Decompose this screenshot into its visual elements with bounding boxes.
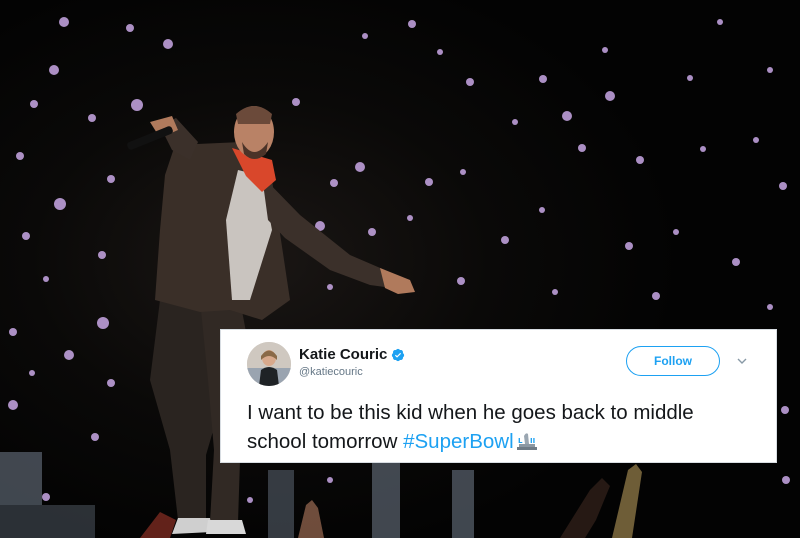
- chevron-down-icon[interactable]: [736, 355, 748, 367]
- author-handle[interactable]: @katiecouric: [299, 365, 405, 379]
- avatar[interactable]: [247, 342, 291, 386]
- trophy-icon: L II: [516, 433, 537, 450]
- embedded-tweet-card[interactable]: Katie Couric @katiecouric Follow I want …: [220, 329, 777, 463]
- performer: [127, 106, 415, 534]
- tweet-author: Katie Couric @katiecouric: [299, 346, 405, 379]
- verified-badge-icon: [392, 348, 405, 362]
- author-name[interactable]: Katie Couric: [299, 346, 387, 364]
- svg-text:L: L: [518, 437, 523, 445]
- hashtag-link[interactable]: #SuperBowl: [403, 430, 514, 453]
- svg-text:II: II: [530, 437, 535, 445]
- tweet-text: I want to be this kid when he goes back …: [247, 398, 757, 456]
- follow-button[interactable]: Follow: [626, 346, 720, 376]
